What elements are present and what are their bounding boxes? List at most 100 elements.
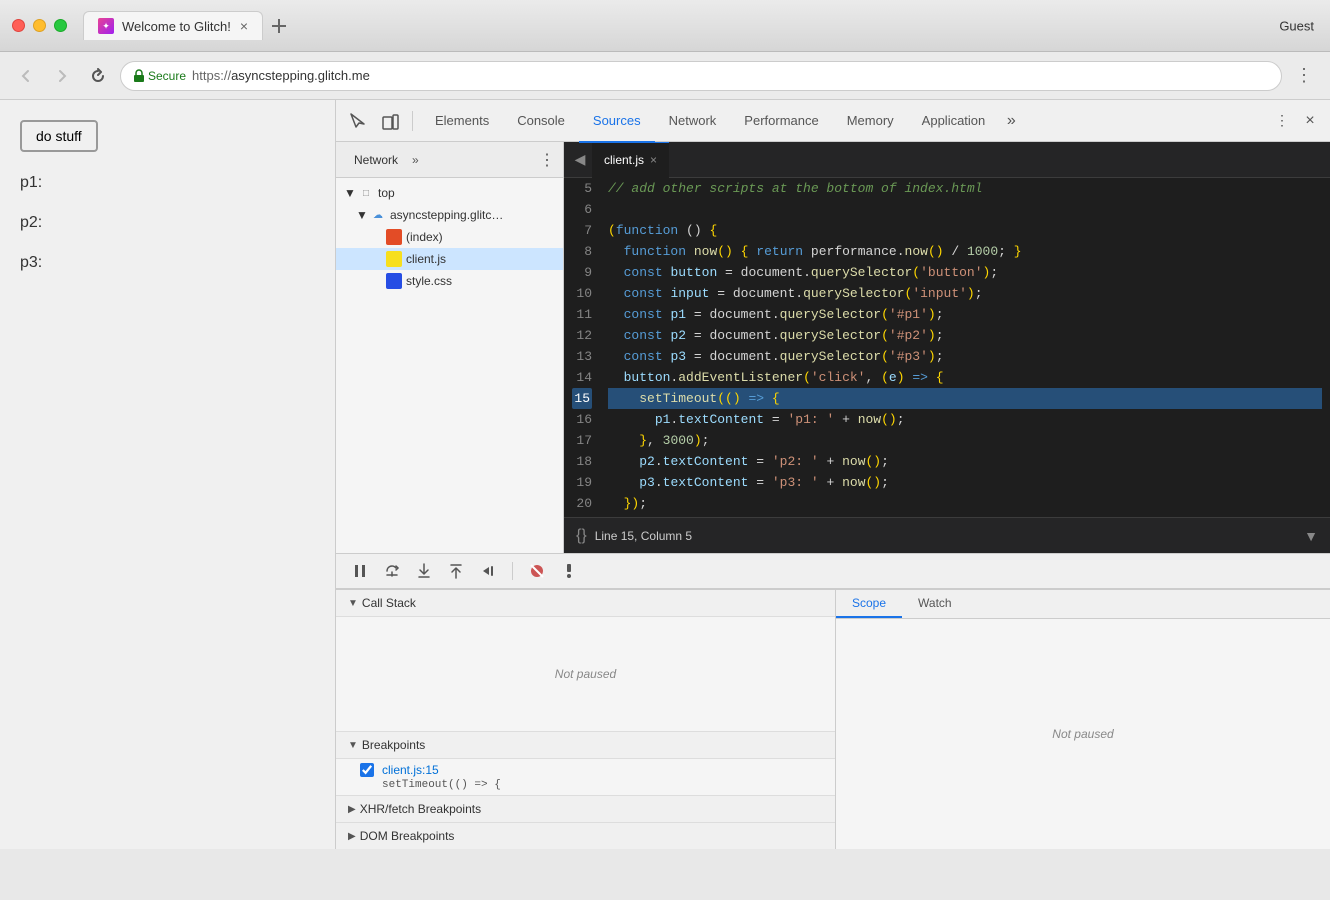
code-line-6 — [608, 199, 1322, 220]
tree-arrow-domain: ▼ — [356, 208, 366, 222]
tree-stylecss-label: style.css — [406, 274, 452, 288]
code-line-5: // add other scripts at the bottom of in… — [608, 178, 1322, 199]
code-panel-back-button[interactable]: ◀ — [568, 148, 592, 172]
browser-menu-button[interactable]: ⋮ — [1290, 62, 1318, 90]
tab-sources[interactable]: Sources — [579, 101, 655, 143]
file-panel: Network » ⋮ ▼ □ top ▼ ☁ — [336, 142, 564, 553]
breakpoint-checkbox[interactable] — [360, 763, 374, 777]
format-button[interactable]: {} — [576, 527, 587, 545]
minimize-button[interactable] — [33, 19, 46, 32]
url-host: asyncstepping.glitch.me — [231, 68, 370, 83]
url-display: https://asyncstepping.glitch.me — [192, 68, 370, 83]
breakpoint-location[interactable]: client.js:15 — [382, 763, 439, 777]
tab-network[interactable]: Network — [655, 101, 731, 143]
watch-tab[interactable]: Watch — [902, 590, 968, 618]
url-protocol: https:// — [192, 68, 231, 83]
code-line-19: p3.textContent = 'p3: ' + now(); — [608, 472, 1322, 493]
page-content: do stuff p1: p2: p3: — [0, 100, 335, 849]
step-out-button[interactable] — [444, 559, 468, 583]
code-line-7: (function () { — [608, 220, 1322, 241]
pause-resume-button[interactable] — [348, 559, 372, 583]
xhr-breakpoints-header[interactable]: ▶ XHR/fetch Breakpoints — [336, 795, 835, 822]
code-tab-filename: client.js — [604, 153, 644, 167]
file-panel-menu-button[interactable]: ⋮ — [539, 150, 555, 170]
tab-elements[interactable]: Elements — [421, 101, 503, 143]
device-toggle-button[interactable] — [376, 107, 404, 135]
step-over-button[interactable] — [380, 559, 404, 583]
call-stack-not-paused: Not paused — [336, 617, 835, 732]
devtools-close-button[interactable]: × — [1298, 109, 1322, 133]
devtools-panel: Elements Console Sources Network Perform… — [335, 100, 1330, 849]
file-panel-more-button[interactable]: » — [412, 153, 419, 167]
url-bar[interactable]: Secure https://asyncstepping.glitch.me — [120, 61, 1282, 91]
code-editor[interactable]: 5 6 7 8 9 10 11 12 13 14 15 16 17 18 — [564, 178, 1330, 517]
xhr-label: XHR/fetch Breakpoints — [360, 802, 481, 816]
tab-performance[interactable]: Performance — [730, 101, 832, 143]
code-content[interactable]: // add other scripts at the bottom of in… — [600, 178, 1330, 517]
breakpoints-header[interactable]: ▼ Breakpoints — [336, 732, 835, 759]
scope-panel: Scope Watch Not paused — [836, 590, 1330, 849]
tree-item-clientjs[interactable]: client.js — [336, 248, 563, 270]
back-button[interactable] — [12, 62, 40, 90]
call-stack-arrow: ▼ — [348, 598, 358, 609]
css-file-icon — [386, 273, 402, 289]
tree-item-stylecss[interactable]: style.css — [336, 270, 563, 292]
devtools-bottom: ▼ Call Stack Not paused ▼ Breakpoints cl… — [336, 589, 1330, 849]
more-tabs-button[interactable]: » — [999, 100, 1023, 142]
close-button[interactable] — [12, 19, 25, 32]
debugger-panel: ▼ Call Stack Not paused ▼ Breakpoints cl… — [336, 590, 836, 849]
guest-label: Guest — [1279, 18, 1314, 33]
devtools-main: Network » ⋮ ▼ □ top ▼ ☁ — [336, 142, 1330, 553]
dom-label: DOM Breakpoints — [360, 829, 455, 843]
dom-arrow: ▶ — [348, 831, 356, 842]
tree-clientjs-label: client.js — [406, 252, 446, 266]
dom-breakpoints-header[interactable]: ▶ DOM Breakpoints — [336, 822, 835, 849]
devtools-settings-button[interactable]: ⋮ — [1270, 109, 1294, 133]
pause-on-exceptions-button[interactable] — [557, 559, 581, 583]
tree-domain-label: asyncstepping.glitc… — [390, 208, 503, 222]
file-tree: ▼ □ top ▼ ☁ asyncstepping.glitc… (i — [336, 178, 563, 553]
tab-memory[interactable]: Memory — [833, 101, 908, 143]
code-tab-close-button[interactable]: × — [650, 153, 657, 167]
tab-console[interactable]: Console — [503, 101, 579, 143]
tree-item-domain[interactable]: ▼ ☁ asyncstepping.glitc… — [336, 204, 563, 226]
traffic-lights — [12, 19, 67, 32]
scope-tab[interactable]: Scope — [836, 590, 902, 618]
code-line-14: button.addEventListener('click', (e) => … — [608, 367, 1322, 388]
code-tab-clientjs[interactable]: client.js × — [592, 142, 669, 178]
titlebar: ✦ Welcome to Glitch! × Guest — [0, 0, 1330, 52]
reload-button[interactable] — [84, 62, 112, 90]
devtools-tabs: Elements Console Sources Network Perform… — [421, 100, 1266, 142]
code-line-17: }, 3000); — [608, 430, 1322, 451]
scope-tabs: Scope Watch — [836, 590, 1330, 619]
js-file-icon — [386, 251, 402, 267]
code-line-12: const p2 = document.querySelector('#p2')… — [608, 325, 1322, 346]
debug-toolbar — [336, 553, 1330, 589]
do-stuff-button[interactable]: do stuff — [20, 120, 98, 152]
status-expand-button[interactable]: ▼ — [1304, 528, 1318, 544]
file-panel-network-tab[interactable]: Network — [344, 149, 408, 171]
new-tab-button[interactable] — [263, 12, 295, 40]
tree-item-index[interactable]: (index) — [336, 226, 563, 248]
tab-application[interactable]: Application — [908, 101, 1000, 143]
p1-label: p1: — [20, 174, 315, 192]
scope-content: Not paused — [836, 619, 1330, 849]
breakpoint-header: client.js:15 — [360, 763, 823, 777]
code-line-18: p2.textContent = 'p2: ' + now(); — [608, 451, 1322, 472]
tab-title: Welcome to Glitch! — [122, 19, 231, 34]
step-button[interactable] — [476, 559, 500, 583]
breakpoint-item: client.js:15 setTimeout(() => { — [336, 759, 835, 795]
inspect-element-button[interactable] — [344, 107, 372, 135]
deactivate-breakpoints-button[interactable] — [525, 559, 549, 583]
maximize-button[interactable] — [54, 19, 67, 32]
breakpoints-arrow: ▼ — [348, 740, 358, 751]
code-line-20: }); — [608, 493, 1322, 514]
addressbar: Secure https://asyncstepping.glitch.me ⋮ — [0, 52, 1330, 100]
forward-button[interactable] — [48, 62, 76, 90]
call-stack-header[interactable]: ▼ Call Stack — [336, 590, 835, 617]
step-into-button[interactable] — [412, 559, 436, 583]
browser-tab[interactable]: ✦ Welcome to Glitch! × — [83, 11, 263, 40]
debug-sep-1 — [512, 562, 513, 580]
tab-close-button[interactable]: × — [240, 18, 248, 34]
tree-item-top[interactable]: ▼ □ top — [336, 182, 563, 204]
